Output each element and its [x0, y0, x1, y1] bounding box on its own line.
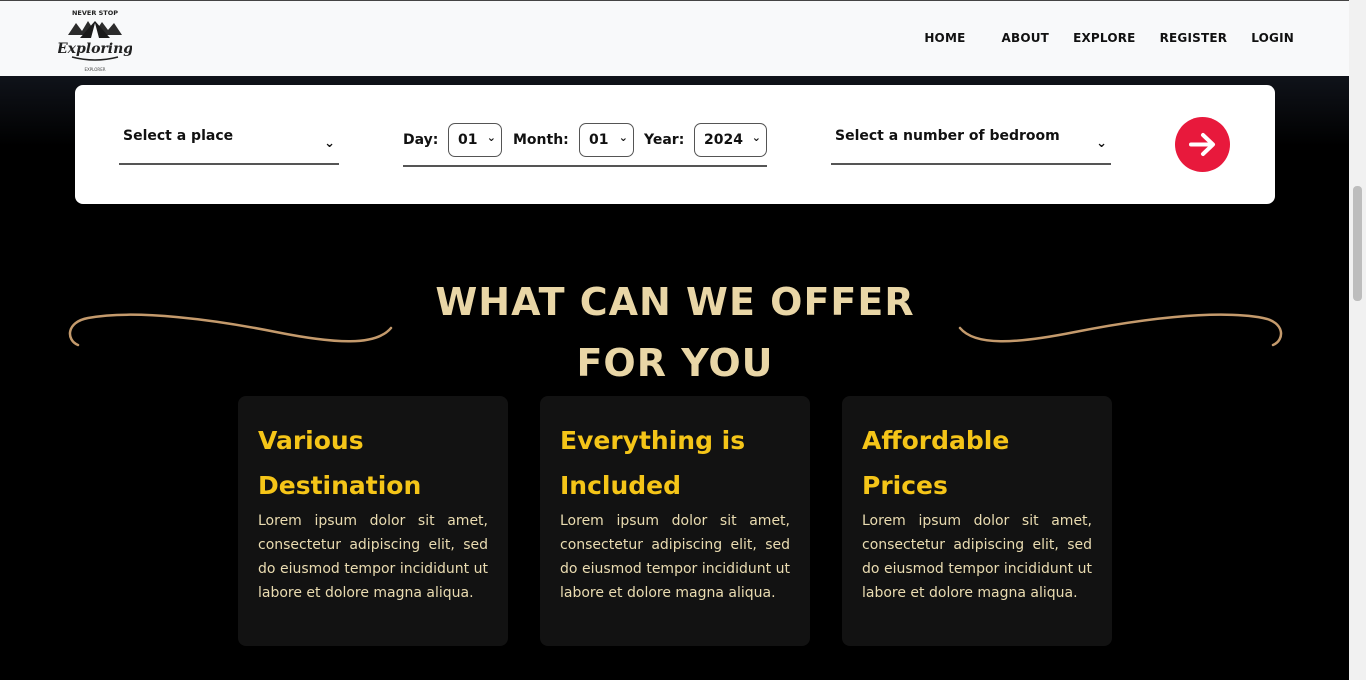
day-label: Day:	[403, 132, 439, 148]
year-select[interactable]: 2024 ⌄	[694, 123, 767, 157]
card-title-line-2: Destination	[258, 471, 422, 500]
right-swirl-ornament	[958, 313, 1283, 347]
day-value: 01	[458, 132, 478, 148]
logo-top-text: NEVER STOP	[72, 9, 118, 17]
card-text: Lorem ipsum dolor sit amet, consectetur …	[862, 513, 1092, 601]
main-nav: HOME ABOUT EXPLORE REGISTER LOGIN	[924, 31, 1294, 45]
offer-card-included: Everything is Included Lorem ipsum dolor…	[540, 396, 810, 646]
month-label: Month:	[513, 132, 569, 148]
nav-register[interactable]: REGISTER	[1160, 31, 1228, 45]
bedroom-select-label: Select a number of bedroom	[835, 128, 1060, 144]
scrollbar-thumb[interactable]	[1353, 186, 1362, 301]
chevron-down-icon: ⌄	[324, 136, 335, 151]
card-title-line-1: Everything is	[560, 426, 746, 455]
card-text: Lorem ipsum dolor sit amet, consectetur …	[560, 513, 790, 601]
nav-explore[interactable]: EXPLORE	[1073, 31, 1136, 45]
year-label: Year:	[644, 132, 685, 148]
card-title-line-1: Various	[258, 426, 364, 455]
logo[interactable]: NEVER STOP Exploring EXPLORER	[56, 5, 133, 73]
arrow-right-icon	[1189, 133, 1215, 156]
nav-home[interactable]: HOME	[924, 31, 965, 45]
page-scrollbar[interactable]	[1349, 0, 1366, 680]
nav-about[interactable]: ABOUT	[1002, 31, 1050, 45]
day-select[interactable]: 01 ⌄	[448, 123, 502, 157]
card-title: Everything is Included	[560, 418, 790, 508]
chevron-down-icon: ⌄	[751, 131, 761, 144]
chevron-down-icon: ⌄	[618, 131, 628, 144]
year-value: 2024	[704, 132, 743, 148]
logo-main-text: Exploring	[58, 41, 132, 57]
offer-card-prices: Affordable Prices Lorem ipsum dolor sit …	[842, 396, 1112, 646]
card-title-line-2: Prices	[862, 471, 948, 500]
offer-card-destination: Various Destination Lorem ipsum dolor si…	[238, 396, 508, 646]
card-title-line-2: Included	[560, 471, 682, 500]
month-select[interactable]: 01 ⌄	[579, 123, 634, 157]
chevron-down-icon: ⌄	[1096, 136, 1107, 151]
heading-line-1: WHAT CAN WE OFFER	[435, 280, 915, 324]
card-title-line-1: Affordable	[862, 426, 1010, 455]
place-select[interactable]: Select a place ⌄	[119, 123, 339, 165]
search-panel: Select a place ⌄ Day: 01 ⌄ Month: 01 ⌄ Y…	[75, 85, 1275, 204]
bedroom-select[interactable]: Select a number of bedroom ⌄	[831, 123, 1111, 165]
main-content: Select a place ⌄ Day: 01 ⌄ Month: 01 ⌄ Y…	[0, 76, 1349, 680]
card-title: Various Destination	[258, 418, 488, 508]
month-value: 01	[589, 132, 609, 148]
search-submit-button[interactable]	[1175, 117, 1230, 172]
heading-line-2: FOR YOU	[576, 341, 774, 385]
left-swirl-ornament	[68, 313, 393, 347]
place-select-label: Select a place	[123, 128, 234, 144]
tent-logo-icon: NEVER STOP Exploring EXPLORER	[56, 9, 133, 72]
nav-login[interactable]: LOGIN	[1251, 31, 1294, 45]
navbar: NEVER STOP Exploring EXPLORER HOME ABOUT…	[0, 0, 1349, 76]
chevron-down-icon: ⌄	[486, 131, 496, 144]
card-title: Affordable Prices	[862, 418, 1092, 508]
date-picker: Day: 01 ⌄ Month: 01 ⌄ Year: 2024 ⌄	[403, 123, 767, 167]
section-heading: WHAT CAN WE OFFER FOR YOU	[420, 272, 930, 394]
card-text: Lorem ipsum dolor sit amet, consectetur …	[258, 513, 488, 601]
logo-bottom-text: EXPLORER	[85, 67, 106, 72]
